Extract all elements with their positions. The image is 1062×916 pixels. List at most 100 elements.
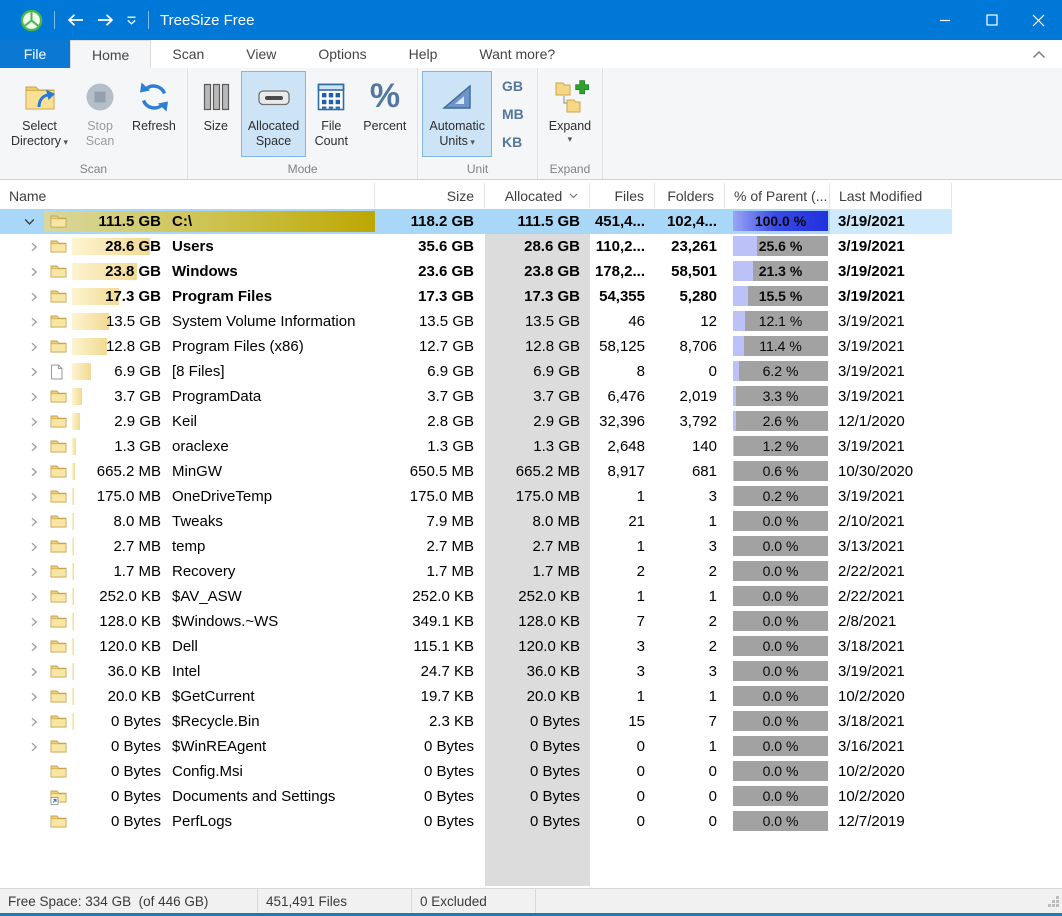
unit-mb-button[interactable]: MB xyxy=(502,103,524,125)
table-row[interactable]: 36.0 KB Intel 24.7 KB 36.0 KB 3 3 0.0 % 3/19/20… xyxy=(0,659,1062,684)
table-row[interactable]: 17.3 GB Program Files 17.3 GB 17.3 GB 54,355… xyxy=(0,284,1062,309)
column-header-folders[interactable]: Folders xyxy=(655,183,725,208)
collapse-ribbon-icon[interactable] xyxy=(1032,40,1046,68)
column-header-size[interactable]: Size xyxy=(375,183,485,208)
table-row[interactable]: 0 Bytes $WinREAgent 0 Bytes 0 Bytes 0 1 0.0 % 3… xyxy=(0,734,1062,759)
percent-bar: 0.0 % xyxy=(733,586,828,606)
percent-label: 0.2 % xyxy=(762,488,799,504)
dropdown-caret-icon: ▾ xyxy=(567,134,573,144)
table-row[interactable]: 1.3 GB oraclexe 1.3 GB 1.3 GB 2,648 140 1.2 % 3… xyxy=(0,434,1062,459)
name-cell: 0 Bytes $Recycle.Bin xyxy=(0,709,375,734)
status-free-space: Free Space: 334 GB (of 446 GB) xyxy=(0,889,258,913)
minimize-button[interactable] xyxy=(921,0,968,40)
column-header-percent[interactable]: % of Parent (... xyxy=(725,183,830,208)
folders-cell: 8,706 xyxy=(679,338,717,355)
menu-file[interactable]: File xyxy=(0,40,70,68)
percent-bar: 0.0 % xyxy=(733,736,828,756)
folders-cell: 58,501 xyxy=(671,263,717,280)
files-cell: 7 xyxy=(636,613,645,630)
table-row[interactable]: 28.6 GB Users 35.6 GB 28.6 GB 110,2... 23,261… xyxy=(0,234,1062,259)
modified-cell: 12/7/2019 xyxy=(838,813,905,830)
table-row[interactable]: 2.7 MB temp 2.7 MB 2.7 MB 1 3 0.0 % 3/13/2021 xyxy=(0,534,1062,559)
size-cell: 252.0 KB xyxy=(412,588,474,605)
folders-cell: 3,792 xyxy=(679,413,717,430)
size-cell: 3.7 GB xyxy=(427,388,474,405)
folders-cell: 681 xyxy=(691,463,717,480)
table-row[interactable]: 1.7 MB Recovery 1.7 MB 1.7 MB 2 2 0.0 % 2/22/20… xyxy=(0,559,1062,584)
tab-home[interactable]: Home xyxy=(70,40,152,68)
file-count-button[interactable]: File Count xyxy=(307,71,355,157)
size-button[interactable]: Size xyxy=(192,71,240,157)
files-cell: 54,355 xyxy=(599,288,645,305)
automatic-units-label: Units ▾ xyxy=(439,134,475,148)
select-directory-label: Select xyxy=(22,119,57,133)
table-row[interactable]: 128.0 KB $Windows.~WS 349.1 KB 128.0 KB 7 2 0.… xyxy=(0,609,1062,634)
table-row[interactable]: 12.8 GB Program Files (x86) 12.7 GB 12.8 GB… xyxy=(0,334,1062,359)
tab-view[interactable]: View xyxy=(225,40,297,68)
table-row[interactable]: 175.0 MB OneDriveTemp 175.0 MB 175.0 MB 1 3 0.… xyxy=(0,484,1062,509)
size-label: 0 Bytes xyxy=(110,713,161,730)
titlebar-separator xyxy=(54,11,55,29)
resize-grip[interactable] xyxy=(1047,895,1060,911)
tab-help[interactable]: Help xyxy=(388,40,459,68)
table-row[interactable]: 665.2 MB MinGW 650.5 MB 665.2 MB 8,917 681 0.6… xyxy=(0,459,1062,484)
column-header-files[interactable]: Files xyxy=(590,183,655,208)
size-label: 1.3 GB xyxy=(114,438,161,455)
tab-options[interactable]: Options xyxy=(297,40,387,68)
percent-button[interactable]: % Percent xyxy=(356,71,413,157)
table-row[interactable]: 0 Bytes Documents and Settings 0 Bytes 0 By… xyxy=(0,784,1062,809)
ribbon-tabs: Home Scan View Options Help Want more? xyxy=(70,40,576,68)
percent-label: 0.0 % xyxy=(762,738,799,754)
percent-bar: 0.0 % xyxy=(733,561,828,581)
files-cell: 21 xyxy=(628,513,645,530)
percent-cell: 0.0 % xyxy=(725,534,830,559)
column-header-modified[interactable]: Last Modified xyxy=(830,183,952,208)
table-row[interactable]: 20.0 KB $GetCurrent 19.7 KB 20.0 KB 1 1 0.0 % 1… xyxy=(0,684,1062,709)
table-row[interactable]: 0 Bytes Config.Msi 0 Bytes 0 Bytes 0 0 0.0 % 10… xyxy=(0,759,1062,784)
table-row[interactable]: 23.8 GB Windows 23.6 GB 23.8 GB 178,2... 58,5… xyxy=(0,259,1062,284)
automatic-units-button[interactable]: Automatic Units ▾ xyxy=(422,71,492,157)
files-cell: 0 xyxy=(636,738,645,755)
tab-scan[interactable]: Scan xyxy=(151,40,225,68)
files-cell: 6,476 xyxy=(607,388,645,405)
table-row[interactable]: 6.9 GB [8 Files] 6.9 GB 6.9 GB 8 0 6.2 % 3/19/2… xyxy=(0,359,1062,384)
expand-button[interactable]: Expand ▾ xyxy=(542,71,598,157)
column-header-label: % of Parent (... xyxy=(734,187,828,204)
percent-bar: 3.3 % xyxy=(733,386,828,406)
quick-access-dropdown-icon[interactable] xyxy=(126,16,137,25)
name-cell: 0 Bytes Documents and Settings xyxy=(0,784,375,809)
column-header-label: Name xyxy=(9,187,47,204)
table-row[interactable]: 13.5 GB System Volume Information 13.5 GB 1… xyxy=(0,309,1062,334)
percent-label: 6.2 % xyxy=(762,363,799,379)
table-row[interactable]: 0 Bytes PerfLogs 0 Bytes 0 Bytes 0 0 0.0 % 12/7… xyxy=(0,809,1062,834)
modified-cell: 10/2/2020 xyxy=(838,688,905,705)
table-row[interactable]: 0 Bytes $Recycle.Bin 2.3 KB 0 Bytes 15 7 0.0 %… xyxy=(0,709,1062,734)
allocated-cell: 120.0 KB xyxy=(518,638,580,655)
size-label: 8.0 MB xyxy=(113,513,161,530)
column-header-name[interactable]: Name xyxy=(0,183,375,208)
table-row[interactable]: 120.0 KB Dell 115.1 KB 120.0 KB 3 2 0.0 % 3/18/… xyxy=(0,634,1062,659)
forward-icon[interactable] xyxy=(96,13,115,27)
table-row[interactable]: 252.0 KB $AV_ASW 252.0 KB 252.0 KB 1 1 0.0 % 2/… xyxy=(0,584,1062,609)
column-header-allocated[interactable]: Allocated xyxy=(485,183,590,208)
treesize-logo-icon[interactable] xyxy=(20,9,43,32)
table-row[interactable]: 111.5 GB C:\ 118.2 GB 111.5 GB 451,4... 102,4… xyxy=(0,209,1062,234)
select-directory-button[interactable]: Select Directory ▾ xyxy=(4,71,75,157)
unit-gb-button[interactable]: GB xyxy=(502,75,524,97)
maximize-button[interactable] xyxy=(968,0,1015,40)
tab-want-more[interactable]: Want more? xyxy=(458,40,576,68)
table-row[interactable]: 3.7 GB ProgramData 3.7 GB 3.7 GB 6,476 2,019 3… xyxy=(0,384,1062,409)
unit-kb-button[interactable]: KB xyxy=(502,131,524,153)
table-row[interactable]: 8.0 MB Tweaks 7.9 MB 8.0 MB 21 1 0.0 % 2/10/202… xyxy=(0,509,1062,534)
close-button[interactable] xyxy=(1015,0,1062,40)
table-row[interactable]: 2.9 GB Keil 2.8 GB 2.9 GB 32,396 3,792 2.6 % 12… xyxy=(0,409,1062,434)
percent-label: 25.6 % xyxy=(758,238,803,254)
titlebar-separator xyxy=(148,11,149,29)
allocated-space-button[interactable]: Allocated Space xyxy=(240,71,307,157)
back-icon[interactable] xyxy=(66,13,85,27)
refresh-button[interactable]: Refresh xyxy=(125,71,183,157)
size-cell: 13.5 GB xyxy=(418,313,474,330)
ribbon-group-scan: Select Directory ▾ Stop Scan Refresh Scan xyxy=(0,68,188,179)
size-label: 0 Bytes xyxy=(110,763,161,780)
size-label: 13.5 GB xyxy=(105,313,161,330)
